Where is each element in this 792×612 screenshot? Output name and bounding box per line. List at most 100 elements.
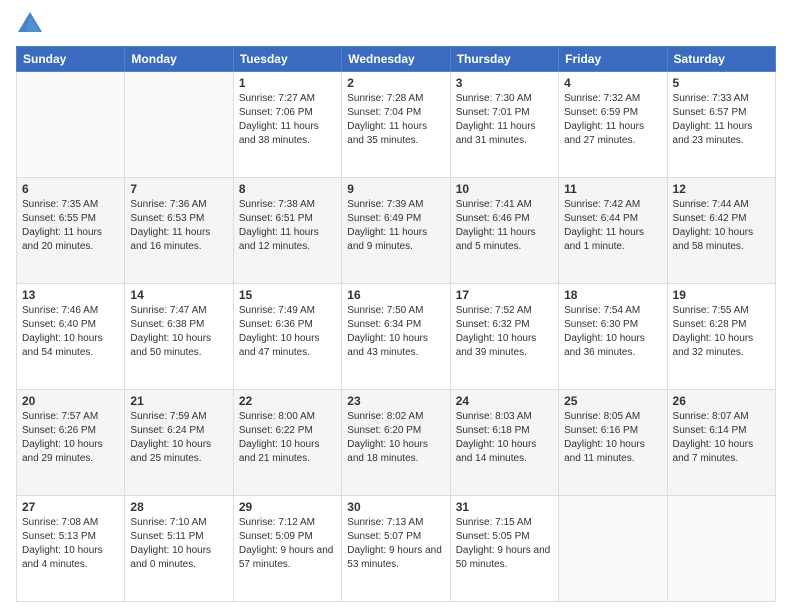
- calendar-cell: 27 Sunrise: 7:08 AMSunset: 5:13 PMDayligh…: [17, 496, 125, 602]
- logo-icon: [16, 10, 44, 38]
- day-detail: Sunrise: 7:46 AMSunset: 6:40 PMDaylight:…: [22, 304, 119, 360]
- day-detail: Sunrise: 8:05 AMSunset: 6:16 PMDaylight:…: [564, 410, 661, 466]
- calendar-cell: 29Sunrise: 7:12 AMSunset: 5:09 PMDayligh…: [233, 496, 341, 602]
- day-number: 18: [564, 288, 661, 302]
- calendar-cell: 12 Sunrise: 7:44 AMSunset: 6:42 PMDayligh…: [667, 178, 775, 284]
- weekday-header-wednesday: Wednesday: [342, 47, 450, 72]
- calendar-week-5: 27 Sunrise: 7:08 AMSunset: 5:13 PMDayligh…: [17, 496, 776, 602]
- day-detail: Sunrise: 7:41 AMSunset: 6:46 PMDaylight:…: [456, 198, 553, 254]
- weekday-header-sunday: Sunday: [17, 47, 125, 72]
- day-detail: Sunrise: 7:27 AMSunset: 7:06 PMDaylight:…: [239, 92, 336, 148]
- day-detail: Sunrise: 7:39 AMSunset: 6:49 PMDaylight:…: [347, 198, 444, 254]
- calendar-cell: 26Sunrise: 8:07 AMSunset: 6:14 PMDayligh…: [667, 390, 775, 496]
- calendar-cell: 30 Sunrise: 7:13 AMSunset: 5:07 PMDayligh…: [342, 496, 450, 602]
- calendar-cell: 16 Sunrise: 7:50 AMSunset: 6:34 PMDayligh…: [342, 284, 450, 390]
- day-number: 22: [239, 394, 336, 408]
- calendar-cell: 1Sunrise: 7:27 AMSunset: 7:06 PMDaylight…: [233, 72, 341, 178]
- day-number: 20: [22, 394, 119, 408]
- day-detail: Sunrise: 8:02 AMSunset: 6:20 PMDaylight:…: [347, 410, 444, 466]
- day-number: 3: [456, 76, 553, 90]
- calendar-cell: 24 Sunrise: 8:03 AMSunset: 6:18 PMDayligh…: [450, 390, 558, 496]
- calendar-cell: 5 Sunrise: 7:33 AMSunset: 6:57 PMDaylight…: [667, 72, 775, 178]
- day-number: 14: [130, 288, 227, 302]
- day-detail: Sunrise: 7:33 AMSunset: 6:57 PMDaylight:…: [673, 92, 770, 148]
- day-detail: Sunrise: 7:47 AMSunset: 6:38 PMDaylight:…: [130, 304, 227, 360]
- day-detail: Sunrise: 7:54 AMSunset: 6:30 PMDaylight:…: [564, 304, 661, 360]
- day-number: 27: [22, 500, 119, 514]
- calendar-cell: 10 Sunrise: 7:41 AMSunset: 6:46 PMDayligh…: [450, 178, 558, 284]
- day-detail: Sunrise: 7:10 AMSunset: 5:11 PMDaylight:…: [130, 516, 227, 572]
- day-detail: Sunrise: 7:15 AMSunset: 5:05 PMDaylight:…: [456, 516, 553, 572]
- calendar-cell: 23 Sunrise: 8:02 AMSunset: 6:20 PMDayligh…: [342, 390, 450, 496]
- day-number: 31: [456, 500, 553, 514]
- calendar-cell: 22 Sunrise: 8:00 AMSunset: 6:22 PMDayligh…: [233, 390, 341, 496]
- day-detail: Sunrise: 7:32 AMSunset: 6:59 PMDaylight:…: [564, 92, 661, 148]
- day-detail: Sunrise: 7:50 AMSunset: 6:34 PMDaylight:…: [347, 304, 444, 360]
- calendar-cell: 7 Sunrise: 7:36 AMSunset: 6:53 PMDaylight…: [125, 178, 233, 284]
- calendar-cell: [559, 496, 667, 602]
- day-number: 2: [347, 76, 444, 90]
- day-number: 16: [347, 288, 444, 302]
- day-detail: Sunrise: 7:28 AMSunset: 7:04 PMDaylight:…: [347, 92, 444, 148]
- calendar-cell: [667, 496, 775, 602]
- day-number: 8: [239, 182, 336, 196]
- day-detail: Sunrise: 8:07 AMSunset: 6:14 PMDaylight:…: [673, 410, 770, 466]
- day-number: 9: [347, 182, 444, 196]
- day-number: 23: [347, 394, 444, 408]
- day-number: 19: [673, 288, 770, 302]
- page-header: [16, 10, 776, 38]
- day-number: 29: [239, 500, 336, 514]
- day-detail: Sunrise: 8:03 AMSunset: 6:18 PMDaylight:…: [456, 410, 553, 466]
- day-detail: Sunrise: 7:42 AMSunset: 6:44 PMDaylight:…: [564, 198, 661, 254]
- calendar-cell: 4 Sunrise: 7:32 AMSunset: 6:59 PMDaylight…: [559, 72, 667, 178]
- calendar-cell: [17, 72, 125, 178]
- calendar-cell: 11 Sunrise: 7:42 AMSunset: 6:44 PMDayligh…: [559, 178, 667, 284]
- weekday-header-saturday: Saturday: [667, 47, 775, 72]
- logo: [16, 10, 48, 38]
- day-detail: Sunrise: 7:30 AMSunset: 7:01 PMDaylight:…: [456, 92, 553, 148]
- weekday-header-monday: Monday: [125, 47, 233, 72]
- day-number: 24: [456, 394, 553, 408]
- day-number: 12: [673, 182, 770, 196]
- day-number: 25: [564, 394, 661, 408]
- day-detail: Sunrise: 8:00 AMSunset: 6:22 PMDaylight:…: [239, 410, 336, 466]
- calendar-cell: 9 Sunrise: 7:39 AMSunset: 6:49 PMDaylight…: [342, 178, 450, 284]
- day-number: 11: [564, 182, 661, 196]
- calendar-week-3: 13 Sunrise: 7:46 AMSunset: 6:40 PMDayligh…: [17, 284, 776, 390]
- calendar-cell: 3 Sunrise: 7:30 AMSunset: 7:01 PMDaylight…: [450, 72, 558, 178]
- calendar-cell: 17Sunrise: 7:52 AMSunset: 6:32 PMDayligh…: [450, 284, 558, 390]
- calendar-cell: 19Sunrise: 7:55 AMSunset: 6:28 PMDayligh…: [667, 284, 775, 390]
- calendar-cell: 28 Sunrise: 7:10 AMSunset: 5:11 PMDayligh…: [125, 496, 233, 602]
- day-detail: Sunrise: 7:35 AMSunset: 6:55 PMDaylight:…: [22, 198, 119, 254]
- calendar-cell: 13 Sunrise: 7:46 AMSunset: 6:40 PMDayligh…: [17, 284, 125, 390]
- calendar-cell: 31 Sunrise: 7:15 AMSunset: 5:05 PMDayligh…: [450, 496, 558, 602]
- day-number: 5: [673, 76, 770, 90]
- weekday-header-friday: Friday: [559, 47, 667, 72]
- calendar-header-row: SundayMondayTuesdayWednesdayThursdayFrid…: [17, 47, 776, 72]
- calendar-cell: [125, 72, 233, 178]
- day-detail: Sunrise: 7:57 AMSunset: 6:26 PMDaylight:…: [22, 410, 119, 466]
- day-number: 7: [130, 182, 227, 196]
- calendar-cell: 20 Sunrise: 7:57 AMSunset: 6:26 PMDayligh…: [17, 390, 125, 496]
- day-detail: Sunrise: 7:44 AMSunset: 6:42 PMDaylight:…: [673, 198, 770, 254]
- day-number: 4: [564, 76, 661, 90]
- day-number: 10: [456, 182, 553, 196]
- calendar-table: SundayMondayTuesdayWednesdayThursdayFrid…: [16, 46, 776, 602]
- day-number: 21: [130, 394, 227, 408]
- calendar-cell: 18 Sunrise: 7:54 AMSunset: 6:30 PMDayligh…: [559, 284, 667, 390]
- day-detail: Sunrise: 7:13 AMSunset: 5:07 PMDaylight:…: [347, 516, 444, 572]
- day-detail: Sunrise: 7:59 AMSunset: 6:24 PMDaylight:…: [130, 410, 227, 466]
- weekday-header-thursday: Thursday: [450, 47, 558, 72]
- day-detail: Sunrise: 7:08 AMSunset: 5:13 PMDaylight:…: [22, 516, 119, 572]
- day-detail: Sunrise: 7:38 AMSunset: 6:51 PMDaylight:…: [239, 198, 336, 254]
- calendar-cell: 25 Sunrise: 8:05 AMSunset: 6:16 PMDayligh…: [559, 390, 667, 496]
- calendar-cell: 6Sunrise: 7:35 AMSunset: 6:55 PMDaylight…: [17, 178, 125, 284]
- day-number: 28: [130, 500, 227, 514]
- day-detail: Sunrise: 7:49 AMSunset: 6:36 PMDaylight:…: [239, 304, 336, 360]
- calendar-week-2: 6Sunrise: 7:35 AMSunset: 6:55 PMDaylight…: [17, 178, 776, 284]
- day-number: 13: [22, 288, 119, 302]
- day-detail: Sunrise: 7:36 AMSunset: 6:53 PMDaylight:…: [130, 198, 227, 254]
- calendar-cell: 21 Sunrise: 7:59 AMSunset: 6:24 PMDayligh…: [125, 390, 233, 496]
- day-number: 30: [347, 500, 444, 514]
- calendar-cell: 8 Sunrise: 7:38 AMSunset: 6:51 PMDaylight…: [233, 178, 341, 284]
